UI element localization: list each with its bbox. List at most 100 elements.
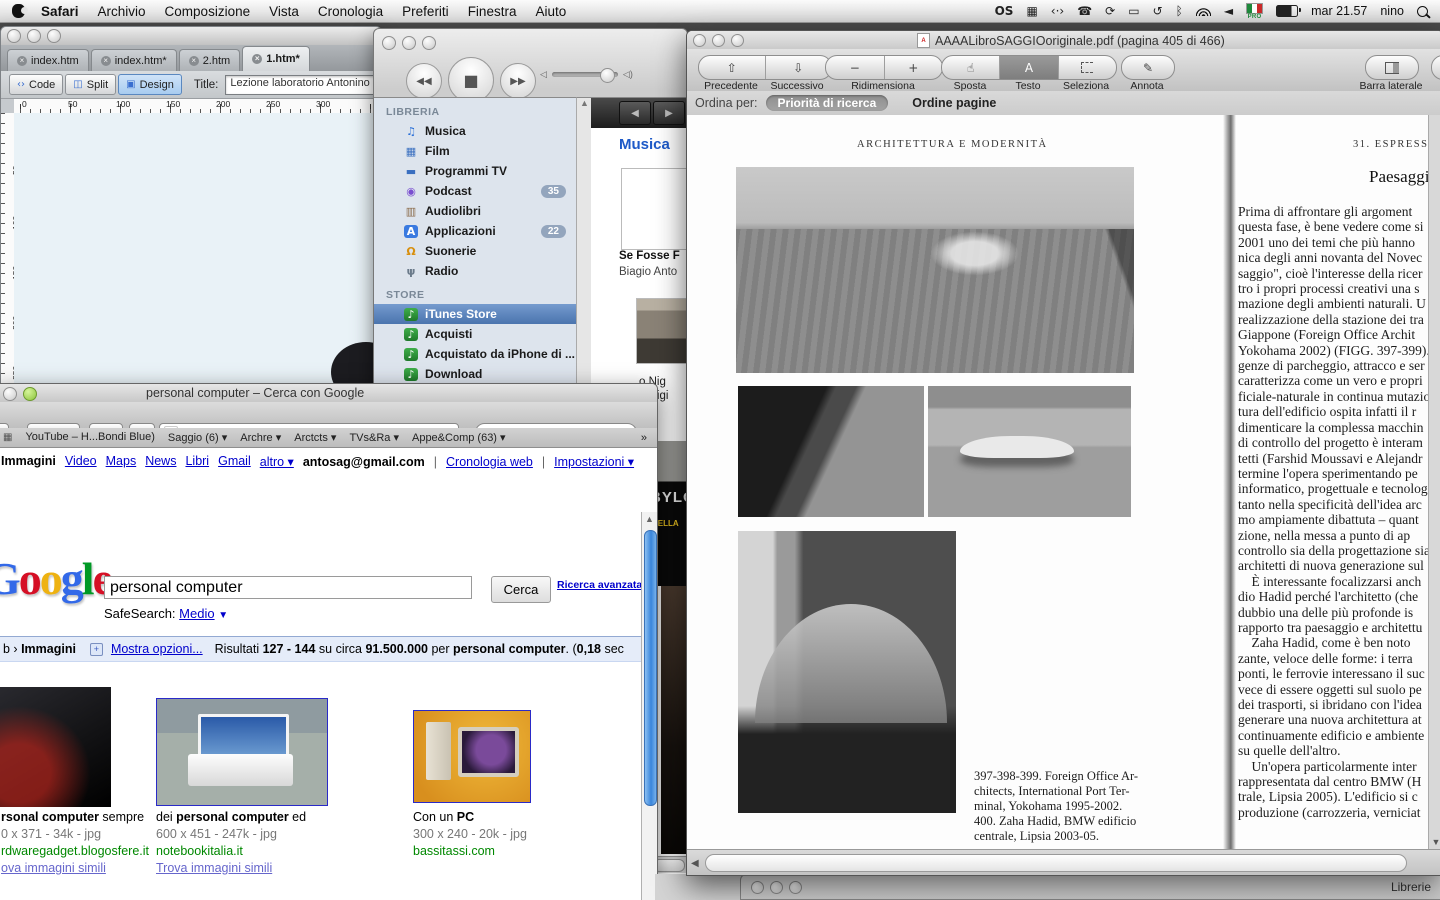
scrollbar-thumb[interactable] bbox=[705, 854, 1407, 872]
sidebar-item[interactable]: ♪Acquisti bbox=[374, 324, 576, 344]
album-artist[interactable]: Biagio Anto bbox=[619, 266, 677, 278]
vertical-scrollbar[interactable]: ▼ bbox=[1428, 115, 1440, 849]
minimize-button[interactable] bbox=[27, 29, 41, 43]
nav-link[interactable]: Libri bbox=[185, 454, 209, 469]
bookmark-item[interactable]: Archre ▾ bbox=[240, 431, 281, 444]
result-thumbnail[interactable] bbox=[0, 687, 111, 807]
sidebar-item[interactable]: ◉Podcast35 bbox=[374, 181, 576, 201]
search-submit-button[interactable]: Cerca bbox=[491, 576, 551, 603]
web-history-link[interactable]: Cronologia web bbox=[446, 455, 533, 469]
sidebar-item[interactable]: ▥Audiolibri bbox=[374, 201, 576, 221]
sidebar-item[interactable]: ♪iTunes Store bbox=[374, 304, 576, 324]
spotlight-icon[interactable] bbox=[1417, 6, 1428, 17]
zoom-button[interactable] bbox=[47, 29, 61, 43]
close-button[interactable] bbox=[382, 36, 396, 50]
script-menu-icon[interactable]: ‹·› bbox=[1051, 4, 1064, 18]
previous-page-button[interactable]: ⇧ bbox=[699, 56, 766, 79]
sort-page-order-button[interactable]: Ordine pagine bbox=[912, 96, 996, 110]
poster-image[interactable] bbox=[661, 586, 687, 854]
search-query-input[interactable]: personal computer bbox=[104, 576, 472, 599]
menu-item[interactable]: Finestra bbox=[468, 4, 517, 19]
close-button[interactable] bbox=[7, 29, 21, 43]
safesearch-level-link[interactable]: Medio bbox=[179, 606, 214, 621]
bookmark-item[interactable]: YouTube – H...Bondi Blue) bbox=[25, 431, 154, 444]
menu-item[interactable]: Cronologia bbox=[318, 4, 383, 19]
zoom-button[interactable] bbox=[422, 36, 436, 50]
text-tool-button[interactable]: A bbox=[1000, 56, 1058, 79]
tab-close-icon[interactable]: × bbox=[101, 56, 111, 66]
rewind-button[interactable]: ◀◀ bbox=[406, 63, 442, 99]
sidebar-item[interactable]: ▦Film bbox=[374, 141, 576, 161]
sync-icon[interactable]: ⟳ bbox=[1105, 4, 1115, 18]
sidebar-item[interactable]: ▬Programmi TV bbox=[374, 161, 576, 181]
displays-icon[interactable]: ▭ bbox=[1128, 4, 1139, 18]
zoom-button[interactable] bbox=[23, 387, 37, 401]
design-view-button[interactable]: ▣Design bbox=[118, 74, 182, 95]
annotate-button[interactable]: ✎ bbox=[1122, 56, 1174, 79]
zoom-button[interactable] bbox=[789, 881, 802, 894]
sidebar-toggle-button[interactable] bbox=[1366, 56, 1418, 79]
bookmark-item[interactable]: Saggio (6) ▾ bbox=[168, 431, 227, 444]
sort-search-priority-button[interactable]: Priorità di ricerca bbox=[766, 95, 889, 111]
menu-item[interactable]: Aiuto bbox=[535, 4, 566, 19]
next-page-button[interactable]: ⇩ bbox=[766, 56, 832, 79]
minimize-button[interactable] bbox=[712, 34, 725, 47]
bookmarks-grid-icon[interactable]: ▦ bbox=[3, 432, 12, 443]
safari-titlebar[interactable]: personal computer – Cerca con Google bbox=[0, 384, 657, 403]
show-options-icon[interactable]: + bbox=[90, 643, 103, 656]
horizontal-scrollbar[interactable]: ◀ bbox=[687, 849, 1440, 876]
document-tab[interactable]: ×index.htm* bbox=[91, 49, 177, 71]
bookmark-item[interactable]: Appe&Comp (63) ▾ bbox=[412, 431, 506, 444]
time-machine-icon[interactable]: ↺ bbox=[1153, 4, 1163, 18]
sidebar-item[interactable]: ΩSuonerie bbox=[374, 241, 576, 261]
nav-link[interactable]: Maps bbox=[106, 454, 137, 469]
battery-icon[interactable] bbox=[1276, 5, 1298, 17]
tab-close-icon[interactable]: × bbox=[189, 56, 199, 66]
sidebar-item[interactable]: ψRadio bbox=[374, 261, 576, 281]
store-back-button[interactable]: ◀ bbox=[619, 101, 651, 125]
user-switch-menu[interactable]: nino bbox=[1380, 4, 1404, 18]
scrollbar-thumb[interactable] bbox=[644, 530, 657, 806]
menu-item[interactable]: Safari bbox=[41, 4, 79, 19]
close-button[interactable] bbox=[3, 387, 17, 401]
move-tool-button[interactable]: ☝ bbox=[942, 56, 1000, 79]
menu-item[interactable]: Vista bbox=[269, 4, 299, 19]
input-language-flag-icon[interactable]: PRO bbox=[1246, 3, 1263, 20]
sidebar-item[interactable]: ♫Musica bbox=[374, 121, 576, 141]
bookmark-item[interactable]: TVs&Ra ▾ bbox=[349, 431, 399, 444]
split-view-button[interactable]: ◫Split bbox=[65, 74, 116, 95]
document-tab[interactable]: ×index.htm bbox=[7, 49, 89, 71]
sidebar-item[interactable]: ♪Download bbox=[374, 364, 576, 384]
zoom-in-button[interactable]: + bbox=[885, 56, 943, 79]
result-thumbnail[interactable] bbox=[156, 698, 328, 806]
album-cover[interactable] bbox=[621, 168, 687, 250]
minimize-button[interactable] bbox=[402, 36, 416, 50]
spaces-grid-icon[interactable]: ▦ bbox=[1026, 4, 1037, 18]
bookmarks-overflow-chevron[interactable]: » bbox=[641, 432, 647, 444]
nav-link[interactable]: Video bbox=[65, 454, 97, 469]
similar-images-link[interactable]: ova immagini simili bbox=[1, 860, 149, 877]
code-view-button[interactable]: ‹›Code bbox=[9, 74, 63, 95]
extra-toolbar-button[interactable] bbox=[1432, 56, 1440, 79]
menu-item[interactable]: Preferiti bbox=[402, 4, 449, 19]
page-scrollbar[interactable]: ▲ bbox=[641, 512, 657, 900]
document-title-input[interactable]: Lezione laboratorio Antonino S bbox=[225, 75, 381, 95]
menu-clock[interactable]: mar 21.57 bbox=[1311, 4, 1367, 18]
store-forward-button[interactable]: ▶ bbox=[653, 101, 685, 125]
design-canvas[interactable] bbox=[14, 113, 381, 384]
menu-item[interactable]: Archivio bbox=[98, 4, 146, 19]
similar-images-link[interactable]: Trova immagini simili bbox=[156, 860, 306, 877]
wifi-icon[interactable] bbox=[1196, 7, 1211, 16]
bookmark-item[interactable]: Arctcts ▾ bbox=[294, 431, 336, 444]
document-tab[interactable]: ×2.htm bbox=[179, 49, 241, 71]
nav-link[interactable]: Gmail bbox=[218, 454, 251, 469]
volume-knob[interactable] bbox=[600, 68, 615, 83]
advanced-search-link[interactable]: Ricerca avanzata bbox=[557, 579, 642, 591]
preview-titlebar[interactable]: AAAAALibroSAGGIOoriginale.pdf (pagina 40… bbox=[687, 31, 1440, 49]
pdf-page-view[interactable]: ARCHITETTURA E MODERNITÀ 397-398-399. Fo… bbox=[687, 115, 1440, 849]
volume-slider[interactable] bbox=[552, 72, 618, 77]
close-button[interactable] bbox=[751, 881, 764, 894]
nav-link[interactable]: Immagini bbox=[1, 454, 56, 469]
close-button[interactable] bbox=[693, 34, 706, 47]
album-title[interactable]: Se Fosse F bbox=[619, 250, 680, 262]
